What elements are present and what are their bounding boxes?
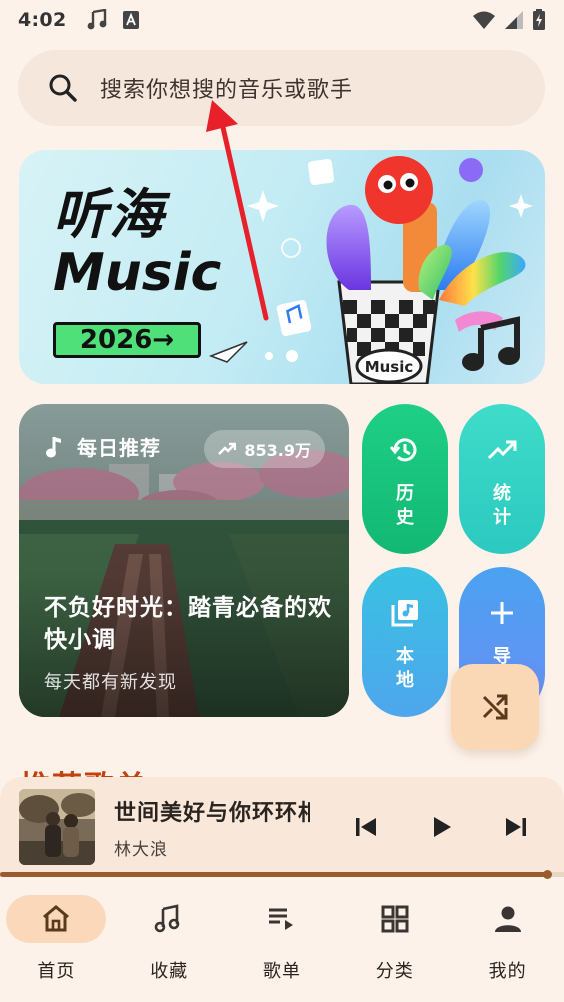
local-label: 本地	[396, 646, 414, 691]
previous-button[interactable]	[348, 809, 384, 845]
home-icon	[43, 905, 70, 932]
playback-progress-knob[interactable]	[543, 870, 553, 879]
now-playing-artist: 林大浪	[114, 840, 168, 860]
history-tile[interactable]: 历史	[362, 404, 448, 554]
history-icon	[389, 438, 417, 462]
grid-icon	[381, 905, 409, 933]
nav-label: 分类	[375, 961, 414, 982]
daily-label: 每日推荐	[77, 436, 161, 460]
nav-item-music-note[interactable]: 收藏	[113, 880, 226, 1002]
daily-recommend-card[interactable]: 每日推荐 853.9万 不负好时光：踏青必备的欢快小调 每天都有新发现	[19, 404, 349, 717]
banner-cup-label: Music	[365, 358, 414, 376]
nav-item-home[interactable]: 首页	[0, 880, 113, 1002]
shuffle-icon	[482, 694, 508, 720]
nav-label: 收藏	[150, 961, 189, 982]
shuffle-play-button[interactable]	[451, 664, 539, 750]
daily-title: 不负好时光：踏青必备的欢快小调	[44, 595, 332, 653]
music-library-icon	[391, 600, 418, 627]
nav-label: 我的	[488, 961, 527, 982]
play-count: 853.9万	[244, 441, 311, 460]
music-note-icon	[154, 904, 180, 933]
album-cover	[19, 789, 95, 865]
daily-subtitle: 每天都有新发现	[44, 672, 177, 693]
next-button[interactable]	[498, 809, 534, 845]
play-count-badge: 853.9万	[204, 430, 325, 468]
status-time: 4:02	[18, 9, 67, 31]
nav-label: 首页	[37, 961, 76, 982]
signal-icon	[505, 11, 523, 29]
wifi-icon	[473, 11, 495, 29]
skip-next-icon	[506, 818, 526, 836]
now-playing-bar[interactable]: 世间美好与你环环相扣 林大浪	[0, 777, 564, 879]
nav-item-grid[interactable]: 分类	[338, 880, 451, 1002]
playlist-icon	[268, 908, 293, 930]
playback-progress[interactable]	[0, 870, 564, 879]
music-note-icon	[46, 436, 61, 457]
banner-year-badge: 2026→	[53, 322, 201, 358]
history-label: 历史	[396, 483, 414, 528]
keyboard-notification-icon	[123, 11, 140, 29]
nav-item-person[interactable]: 我的	[451, 880, 564, 1002]
status-bar: 4:02	[0, 0, 564, 40]
person-icon	[494, 906, 521, 932]
search-placeholder: 搜索你想搜的音乐或歌手	[100, 78, 354, 103]
play-icon	[434, 817, 451, 837]
promo-banner[interactable]: Music 听海 Music 2026→	[19, 150, 545, 384]
now-playing-title: 世间美好与你环环相扣	[114, 801, 310, 826]
banner-title: 听海 Music	[53, 183, 222, 303]
nav-label: 歌单	[262, 961, 301, 982]
playback-progress-fill	[0, 872, 548, 877]
skip-previous-icon	[356, 818, 376, 836]
stats-label: 统计	[493, 483, 511, 528]
trending-up-icon	[218, 442, 237, 455]
banner-title-line2: Music	[53, 243, 222, 303]
search-bar[interactable]: 搜索你想搜的音乐或歌手	[18, 50, 545, 126]
nav-item-playlist[interactable]: 歌单	[226, 880, 339, 1002]
search-icon	[49, 74, 77, 102]
app-screen: 4:02 搜索你想搜的音乐或歌手 Music 听海 Music 2026→ 每日…	[0, 0, 564, 1002]
bottom-navigation: 首页 收藏 歌单 分类 我的	[0, 880, 564, 1002]
banner-title-line1: 听海	[53, 183, 165, 246]
stats-tile[interactable]: 统计	[459, 404, 545, 554]
trending-up-icon	[487, 440, 517, 460]
plus-icon	[491, 602, 513, 624]
music-notification-icon	[88, 9, 107, 30]
local-tile[interactable]: 本地	[362, 567, 448, 717]
play-button[interactable]	[424, 809, 460, 845]
battery-icon	[533, 9, 545, 30]
